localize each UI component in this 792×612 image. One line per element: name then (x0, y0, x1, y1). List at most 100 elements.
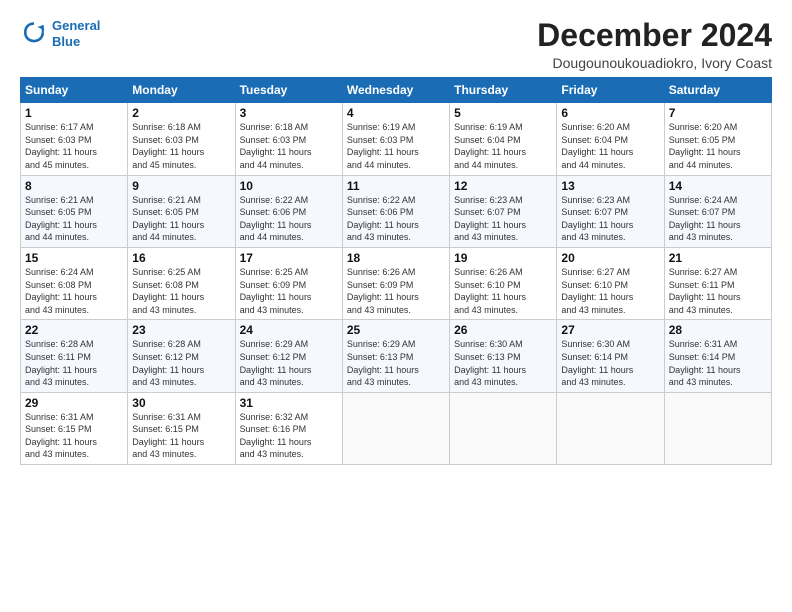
calendar-cell: 23Sunrise: 6:28 AM Sunset: 6:12 PM Dayli… (128, 320, 235, 392)
calendar-cell: 25Sunrise: 6:29 AM Sunset: 6:13 PM Dayli… (342, 320, 449, 392)
calendar-week-1: 1Sunrise: 6:17 AM Sunset: 6:03 PM Daylig… (21, 103, 772, 175)
day-info: Sunrise: 6:24 AM Sunset: 6:07 PM Dayligh… (669, 194, 767, 244)
weekday-header-wednesday: Wednesday (342, 78, 449, 103)
page: General Blue December 2024 Dougounoukoua… (0, 0, 792, 475)
calendar-cell: 19Sunrise: 6:26 AM Sunset: 6:10 PM Dayli… (450, 247, 557, 319)
logo-text: General Blue (52, 18, 100, 49)
calendar-cell (342, 392, 449, 464)
day-info: Sunrise: 6:25 AM Sunset: 6:08 PM Dayligh… (132, 266, 230, 316)
calendar-cell: 18Sunrise: 6:26 AM Sunset: 6:09 PM Dayli… (342, 247, 449, 319)
calendar-cell: 17Sunrise: 6:25 AM Sunset: 6:09 PM Dayli… (235, 247, 342, 319)
day-number: 25 (347, 323, 445, 337)
weekday-header-thursday: Thursday (450, 78, 557, 103)
calendar-cell: 30Sunrise: 6:31 AM Sunset: 6:15 PM Dayli… (128, 392, 235, 464)
day-info: Sunrise: 6:21 AM Sunset: 6:05 PM Dayligh… (25, 194, 123, 244)
calendar-cell: 5Sunrise: 6:19 AM Sunset: 6:04 PM Daylig… (450, 103, 557, 175)
calendar-cell (450, 392, 557, 464)
day-info: Sunrise: 6:23 AM Sunset: 6:07 PM Dayligh… (561, 194, 659, 244)
day-number: 21 (669, 251, 767, 265)
day-info: Sunrise: 6:22 AM Sunset: 6:06 PM Dayligh… (240, 194, 338, 244)
calendar-cell: 2Sunrise: 6:18 AM Sunset: 6:03 PM Daylig… (128, 103, 235, 175)
day-number: 26 (454, 323, 552, 337)
day-info: Sunrise: 6:27 AM Sunset: 6:11 PM Dayligh… (669, 266, 767, 316)
day-info: Sunrise: 6:17 AM Sunset: 6:03 PM Dayligh… (25, 121, 123, 171)
logo-icon (20, 20, 48, 48)
calendar-cell: 10Sunrise: 6:22 AM Sunset: 6:06 PM Dayli… (235, 175, 342, 247)
day-info: Sunrise: 6:18 AM Sunset: 6:03 PM Dayligh… (240, 121, 338, 171)
day-info: Sunrise: 6:31 AM Sunset: 6:15 PM Dayligh… (132, 411, 230, 461)
day-number: 17 (240, 251, 338, 265)
day-info: Sunrise: 6:25 AM Sunset: 6:09 PM Dayligh… (240, 266, 338, 316)
calendar-cell: 24Sunrise: 6:29 AM Sunset: 6:12 PM Dayli… (235, 320, 342, 392)
calendar-cell: 31Sunrise: 6:32 AM Sunset: 6:16 PM Dayli… (235, 392, 342, 464)
day-number: 5 (454, 106, 552, 120)
calendar-cell: 1Sunrise: 6:17 AM Sunset: 6:03 PM Daylig… (21, 103, 128, 175)
weekday-header-tuesday: Tuesday (235, 78, 342, 103)
calendar-cell: 9Sunrise: 6:21 AM Sunset: 6:05 PM Daylig… (128, 175, 235, 247)
calendar-cell (664, 392, 771, 464)
calendar-week-3: 15Sunrise: 6:24 AM Sunset: 6:08 PM Dayli… (21, 247, 772, 319)
day-info: Sunrise: 6:27 AM Sunset: 6:10 PM Dayligh… (561, 266, 659, 316)
calendar-cell: 28Sunrise: 6:31 AM Sunset: 6:14 PM Dayli… (664, 320, 771, 392)
day-number: 19 (454, 251, 552, 265)
day-number: 3 (240, 106, 338, 120)
day-number: 1 (25, 106, 123, 120)
weekday-header-saturday: Saturday (664, 78, 771, 103)
day-number: 27 (561, 323, 659, 337)
day-info: Sunrise: 6:31 AM Sunset: 6:15 PM Dayligh… (25, 411, 123, 461)
day-number: 23 (132, 323, 230, 337)
calendar-cell: 4Sunrise: 6:19 AM Sunset: 6:03 PM Daylig… (342, 103, 449, 175)
day-number: 22 (25, 323, 123, 337)
calendar-cell: 20Sunrise: 6:27 AM Sunset: 6:10 PM Dayli… (557, 247, 664, 319)
day-info: Sunrise: 6:26 AM Sunset: 6:10 PM Dayligh… (454, 266, 552, 316)
calendar-cell: 13Sunrise: 6:23 AM Sunset: 6:07 PM Dayli… (557, 175, 664, 247)
day-info: Sunrise: 6:22 AM Sunset: 6:06 PM Dayligh… (347, 194, 445, 244)
day-number: 30 (132, 396, 230, 410)
day-number: 2 (132, 106, 230, 120)
calendar-cell (557, 392, 664, 464)
calendar-cell: 29Sunrise: 6:31 AM Sunset: 6:15 PM Dayli… (21, 392, 128, 464)
day-info: Sunrise: 6:20 AM Sunset: 6:05 PM Dayligh… (669, 121, 767, 171)
day-info: Sunrise: 6:30 AM Sunset: 6:13 PM Dayligh… (454, 338, 552, 388)
day-number: 12 (454, 179, 552, 193)
day-info: Sunrise: 6:28 AM Sunset: 6:12 PM Dayligh… (132, 338, 230, 388)
day-number: 6 (561, 106, 659, 120)
day-number: 15 (25, 251, 123, 265)
day-number: 13 (561, 179, 659, 193)
calendar-cell: 12Sunrise: 6:23 AM Sunset: 6:07 PM Dayli… (450, 175, 557, 247)
header: General Blue December 2024 Dougounoukoua… (20, 18, 772, 71)
month-title: December 2024 (537, 18, 772, 53)
day-info: Sunrise: 6:26 AM Sunset: 6:09 PM Dayligh… (347, 266, 445, 316)
day-info: Sunrise: 6:31 AM Sunset: 6:14 PM Dayligh… (669, 338, 767, 388)
calendar-cell: 22Sunrise: 6:28 AM Sunset: 6:11 PM Dayli… (21, 320, 128, 392)
calendar-cell: 3Sunrise: 6:18 AM Sunset: 6:03 PM Daylig… (235, 103, 342, 175)
day-info: Sunrise: 6:20 AM Sunset: 6:04 PM Dayligh… (561, 121, 659, 171)
day-info: Sunrise: 6:21 AM Sunset: 6:05 PM Dayligh… (132, 194, 230, 244)
day-number: 14 (669, 179, 767, 193)
calendar-cell: 8Sunrise: 6:21 AM Sunset: 6:05 PM Daylig… (21, 175, 128, 247)
calendar-table: SundayMondayTuesdayWednesdayThursdayFrid… (20, 77, 772, 465)
day-info: Sunrise: 6:23 AM Sunset: 6:07 PM Dayligh… (454, 194, 552, 244)
day-info: Sunrise: 6:19 AM Sunset: 6:04 PM Dayligh… (454, 121, 552, 171)
day-number: 29 (25, 396, 123, 410)
day-info: Sunrise: 6:29 AM Sunset: 6:13 PM Dayligh… (347, 338, 445, 388)
day-info: Sunrise: 6:29 AM Sunset: 6:12 PM Dayligh… (240, 338, 338, 388)
calendar-cell: 26Sunrise: 6:30 AM Sunset: 6:13 PM Dayli… (450, 320, 557, 392)
title-block: December 2024 Dougounoukouadiokro, Ivory… (537, 18, 772, 71)
day-number: 31 (240, 396, 338, 410)
day-info: Sunrise: 6:19 AM Sunset: 6:03 PM Dayligh… (347, 121, 445, 171)
day-number: 20 (561, 251, 659, 265)
calendar-week-5: 29Sunrise: 6:31 AM Sunset: 6:15 PM Dayli… (21, 392, 772, 464)
day-info: Sunrise: 6:30 AM Sunset: 6:14 PM Dayligh… (561, 338, 659, 388)
weekday-row: SundayMondayTuesdayWednesdayThursdayFrid… (21, 78, 772, 103)
calendar-cell: 21Sunrise: 6:27 AM Sunset: 6:11 PM Dayli… (664, 247, 771, 319)
day-info: Sunrise: 6:32 AM Sunset: 6:16 PM Dayligh… (240, 411, 338, 461)
calendar-cell: 11Sunrise: 6:22 AM Sunset: 6:06 PM Dayli… (342, 175, 449, 247)
day-info: Sunrise: 6:28 AM Sunset: 6:11 PM Dayligh… (25, 338, 123, 388)
day-number: 7 (669, 106, 767, 120)
calendar-cell: 27Sunrise: 6:30 AM Sunset: 6:14 PM Dayli… (557, 320, 664, 392)
day-number: 9 (132, 179, 230, 193)
day-number: 4 (347, 106, 445, 120)
calendar-cell: 16Sunrise: 6:25 AM Sunset: 6:08 PM Dayli… (128, 247, 235, 319)
calendar-cell: 15Sunrise: 6:24 AM Sunset: 6:08 PM Dayli… (21, 247, 128, 319)
